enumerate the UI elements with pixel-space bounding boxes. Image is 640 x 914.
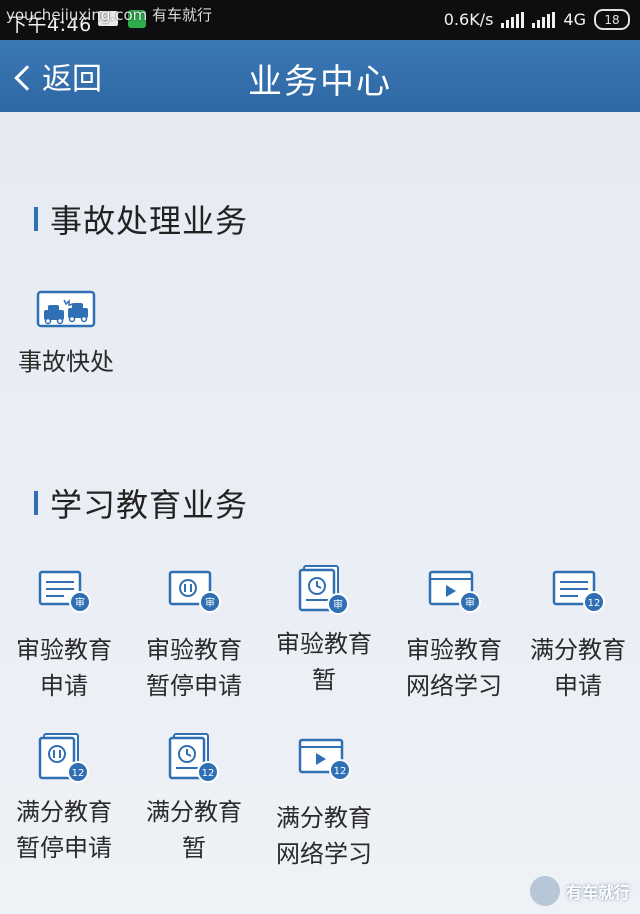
tile-label-line1: 满分教育 [16,798,112,826]
tile-label-line1: 满分教育 [146,798,242,826]
tile-label-line2: 网络学习 [406,672,502,700]
tile-full-apply[interactable]: 12 满分教育 申请 [516,568,640,704]
section-header-education: 学习教育业务 [34,480,248,526]
watermark: youchejiuxing.com 有车就行 [6,6,213,24]
tile-label: 事故快处 [4,344,128,380]
video-play-badge-icon: 12 [298,738,351,781]
tile-accident-quick[interactable]: 事故快处 [4,290,128,380]
tile-review-online[interactable]: 审 审验教育 网络学习 [392,568,516,704]
network-type: 4G [563,10,586,29]
nav-bar: 返回 业务中心 [0,40,640,112]
tile-label: 满分教育 申请 [516,632,640,704]
badge-text: 12 [334,766,347,777]
battery-level: 18 [604,12,620,27]
network-speed: 0.6K/s [443,10,494,29]
section-title: 事故处理业务 [50,202,249,240]
tile-label-line2: 暂 [182,834,206,862]
tile-label-line1: 审验教育 [406,636,502,664]
main-content: 事故处理业务 事故快处 学习教育业务 审 审验教育 申请 审 审验教育 暂停申请… [0,112,640,914]
section-title: 学习教育业务 [50,486,249,524]
tile-label-line1: 事故快处 [18,348,114,376]
tile-label-line2: 暂停申请 [16,834,112,862]
tile-label-line2: 暂停申请 [146,672,242,700]
accident-cars-icon [36,290,96,328]
tile-label: 满分教育 网络学习 [262,800,386,872]
tile-full-online[interactable]: 12 满分教育 网络学习 [262,736,386,872]
tile-label-line1: 满分教育 [530,636,626,664]
tile-label: 满分教育 暂停申请 [2,794,126,866]
tile-review-temp[interactable]: 审 审验教育 暂 [262,562,386,698]
logo-text: 有车就行 [565,883,630,902]
badge-text: 审 [75,596,85,609]
tile-label: 审验教育 网络学习 [392,632,516,704]
pause-doc-badge-icon: 审 [168,570,221,613]
tile-label-line1: 审验教育 [276,630,372,658]
badge-text: 审 [205,596,215,609]
section-header-accident: 事故处理业务 [34,196,248,242]
status-bar: 下午4:46 youchejiuxing.com 有车就行 0.6K/s 4G … [0,0,640,40]
section-bar [34,491,38,515]
tile-label-line2: 申请 [554,672,602,700]
tile-label-line1: 审验教育 [16,636,112,664]
tile-label-line1: 审验教育 [146,636,242,664]
tile-review-pause[interactable]: 审 审验教育 暂停申请 [132,568,256,704]
tile-label: 满分教育 暂 [132,794,256,866]
tile-label: 审验教育 暂停申请 [132,632,256,704]
document-badge-icon: 审 [38,570,91,613]
tile-full-pause[interactable]: 12 满分教育 暂停申请 [2,730,126,866]
clock-doc-badge-icon: 审 [298,565,349,615]
tile-full-temp[interactable]: 12 满分教育 暂 [132,730,256,866]
signal-icon-2 [532,11,556,28]
logo-icon [529,876,560,906]
tile-label-line2: 申请 [40,672,88,700]
section-bar [34,207,38,231]
page-title: 业务中心 [248,62,392,102]
tile-label-line2: 暂 [312,666,336,694]
document-badge-icon: 12 [552,570,605,613]
badge-text: 12 [588,598,601,609]
tile-review-apply[interactable]: 审 审验教育 申请 [2,568,126,704]
battery-icon: 18 [594,9,630,30]
status-right: 0.6K/s 4G 18 [444,9,630,30]
video-play-badge-icon: 审 [428,570,481,613]
tile-label: 审验教育 暂 [262,626,386,698]
clock-doc-badge-icon: 12 [168,733,219,783]
tile-label-line2: 网络学习 [276,840,372,868]
tile-label-line1: 满分教育 [276,804,372,832]
badge-text: 12 [202,768,215,779]
brand-logo: 有车就行 [529,876,630,906]
pause-doc-badge-icon: 12 [38,733,89,783]
badge-text: 审 [465,596,475,609]
badge-text: 审 [333,598,343,611]
signal-icon [501,11,525,28]
badge-text: 12 [72,768,85,779]
tile-label: 审验教育 申请 [2,632,126,704]
